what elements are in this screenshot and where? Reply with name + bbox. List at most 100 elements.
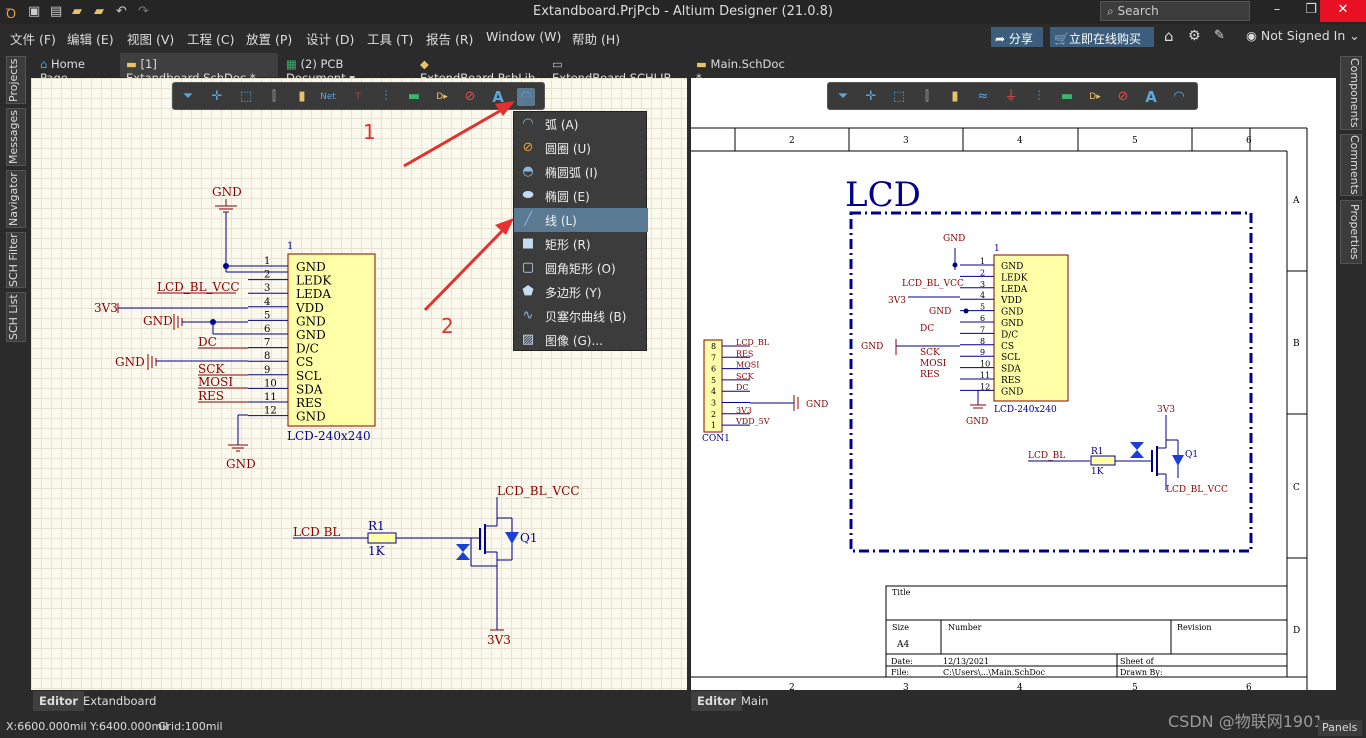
harness-icon[interactable]: ▬ [1058,88,1076,106]
annotation-step-1: 1 [363,120,376,144]
connector-pin-number: 6 [711,365,716,374]
pin-number: 2 [980,268,985,277]
sheet-title: LCD [845,175,921,215]
pin-number: 9 [980,348,985,357]
status-bar: X:6600.000mil Y:6400.000mil Grid:100mil [0,714,1366,738]
sheet-column-label: 5 [1132,136,1138,146]
editor-tabs-left: Editor Extandboard [31,691,687,711]
place-part-icon[interactable]: ▮ [946,88,964,106]
net-label-3v3: 3V3 [888,296,906,306]
connector-net-label: 3V3 [736,406,752,415]
bus-icon[interactable]: ⫶ [1030,88,1048,106]
sheet-column-label: 6 [1246,136,1252,146]
connector-net-label: MOSI [736,361,759,370]
sheet-column-label: 4 [1017,683,1023,690]
sheet-column-label: 5 [1132,683,1138,690]
pin-name: D/C [1001,330,1018,340]
sheet-column-label: 3 [903,683,909,690]
pin-number: 5 [980,303,985,312]
sheet-row-label: C [1293,483,1300,493]
sheet-column-label: 6 [1246,683,1252,690]
titleblock-file-value: C:\Users\...\Main.SchDoc [943,668,1046,677]
connector-net-label: DC [736,383,749,392]
sheet-column-label: 2 [789,683,795,690]
arc-icon[interactable]: ◠ [1170,88,1188,106]
net-label-gnd: GND [861,342,883,352]
connector-pin-number: 1 [711,421,716,430]
titleblock-size-value: A4 [896,640,909,650]
pin-name: CS [1001,342,1014,352]
net-label-gnd: GND [929,307,951,317]
panels-button[interactable]: Panels [1318,720,1362,736]
tab-extandboard[interactable]: Extandboard [77,691,162,711]
pin-number: 10 [980,360,990,369]
pin-number: 6 [980,314,985,323]
pin-number: 1 [980,257,985,266]
sheet-row-label: D [1293,626,1300,636]
pin-name: GND [1001,387,1023,397]
titleblock-file-label: File: [891,668,909,677]
connector-net-label: LCD_BL [736,338,770,347]
titleblock-sheet-label: Sheet of [1120,657,1155,666]
titleblock-revision-label: Revision [1177,623,1211,632]
wire-icon[interactable]: ≈ [974,88,992,106]
filter-icon[interactable]: ⏷ [834,88,852,106]
pin-number: 3 [980,280,985,289]
schematic-editor-right[interactable]: 2233445566 ABCD LCD 1 LCD-240x240 1 GND 2 L… [691,78,1336,690]
grid-size: Grid:100mil [158,720,223,733]
sheet-column-label: 3 [903,136,909,146]
align-icon[interactable]: ⫿ [918,88,936,106]
pin-number: 8 [980,337,985,346]
sheet-column-label: 2 [789,136,795,146]
part-comment: LCD-240x240 [994,405,1057,415]
watermark: CSDN @物联网1901 [1168,712,1324,731]
pin-number: 4 [980,291,985,300]
titleblock-title-label: Title [892,588,911,597]
pin-name: SDA [1001,365,1021,375]
mosfet-designator: Q1 [1185,450,1198,460]
titleblock-date-value: 12/13/2021 [943,657,989,666]
titleblock-number-label: Number [948,623,982,632]
right-schematic-drawing: 2233445566 ABCD LCD 1 LCD-240x240 1GND2L… [691,78,1336,690]
pin-number: 12 [980,382,990,391]
net-label-sck: SCK [920,348,940,358]
net-label-lcd-bl-vcc: LCD_BL_VCC [902,279,964,289]
connector-pin-number: 4 [711,387,716,396]
pin-name: VDD [1000,296,1022,306]
net-label-3v3: 3V3 [1157,405,1175,415]
port-icon[interactable]: D▸ [1086,88,1104,106]
pin-name: SCL [1001,353,1020,363]
pin-name: GND [1001,262,1023,272]
pin-name: GND [1001,308,1023,318]
titleblock-drawn-label: Drawn By: [1120,668,1163,677]
tab-main[interactable]: Main [735,691,774,711]
connector-pin-number: 5 [711,376,716,385]
net-label-lcd-bl: LCD_BL [1028,451,1065,461]
connector-designator: CON1 [702,434,730,444]
net-label-gnd: GND [806,400,828,410]
no-erc-icon[interactable]: ⊘ [1114,88,1132,106]
net-label-dc: DC [920,324,934,334]
ground-icon[interactable]: ⏚ [1002,88,1020,106]
pin-number: 7 [980,325,985,334]
pin-name: LEDA [1001,285,1028,295]
connector-net-label: VDD_5V [735,417,770,426]
net-label-gnd: GND [943,234,965,244]
pin-name: RES [1001,376,1021,386]
connector-pin-number: 2 [711,410,716,419]
move-cross-icon[interactable]: ✛ [862,88,880,106]
cursor-coordinates: X:6600.000mil Y:6400.000mil [6,720,169,733]
titleblock-date-label: Date: [891,657,913,666]
pin-number: 11 [980,371,990,380]
connector-pin-number: 8 [711,342,716,351]
select-area-icon[interactable]: ⬚ [890,88,908,106]
net-label-lcd-bl-vcc: LCD_BL_VCC [1166,485,1228,495]
pin-name: GND [1001,319,1023,329]
text-icon[interactable]: A [1142,88,1160,106]
connector-pin-number: 3 [711,399,716,408]
net-label-gnd: GND [966,417,988,427]
resistor-value: 1K [1091,467,1104,477]
titleblock-size-label: Size [892,623,909,632]
annotation-step-2: 2 [441,314,454,338]
connector-pin-number: 7 [711,353,716,362]
